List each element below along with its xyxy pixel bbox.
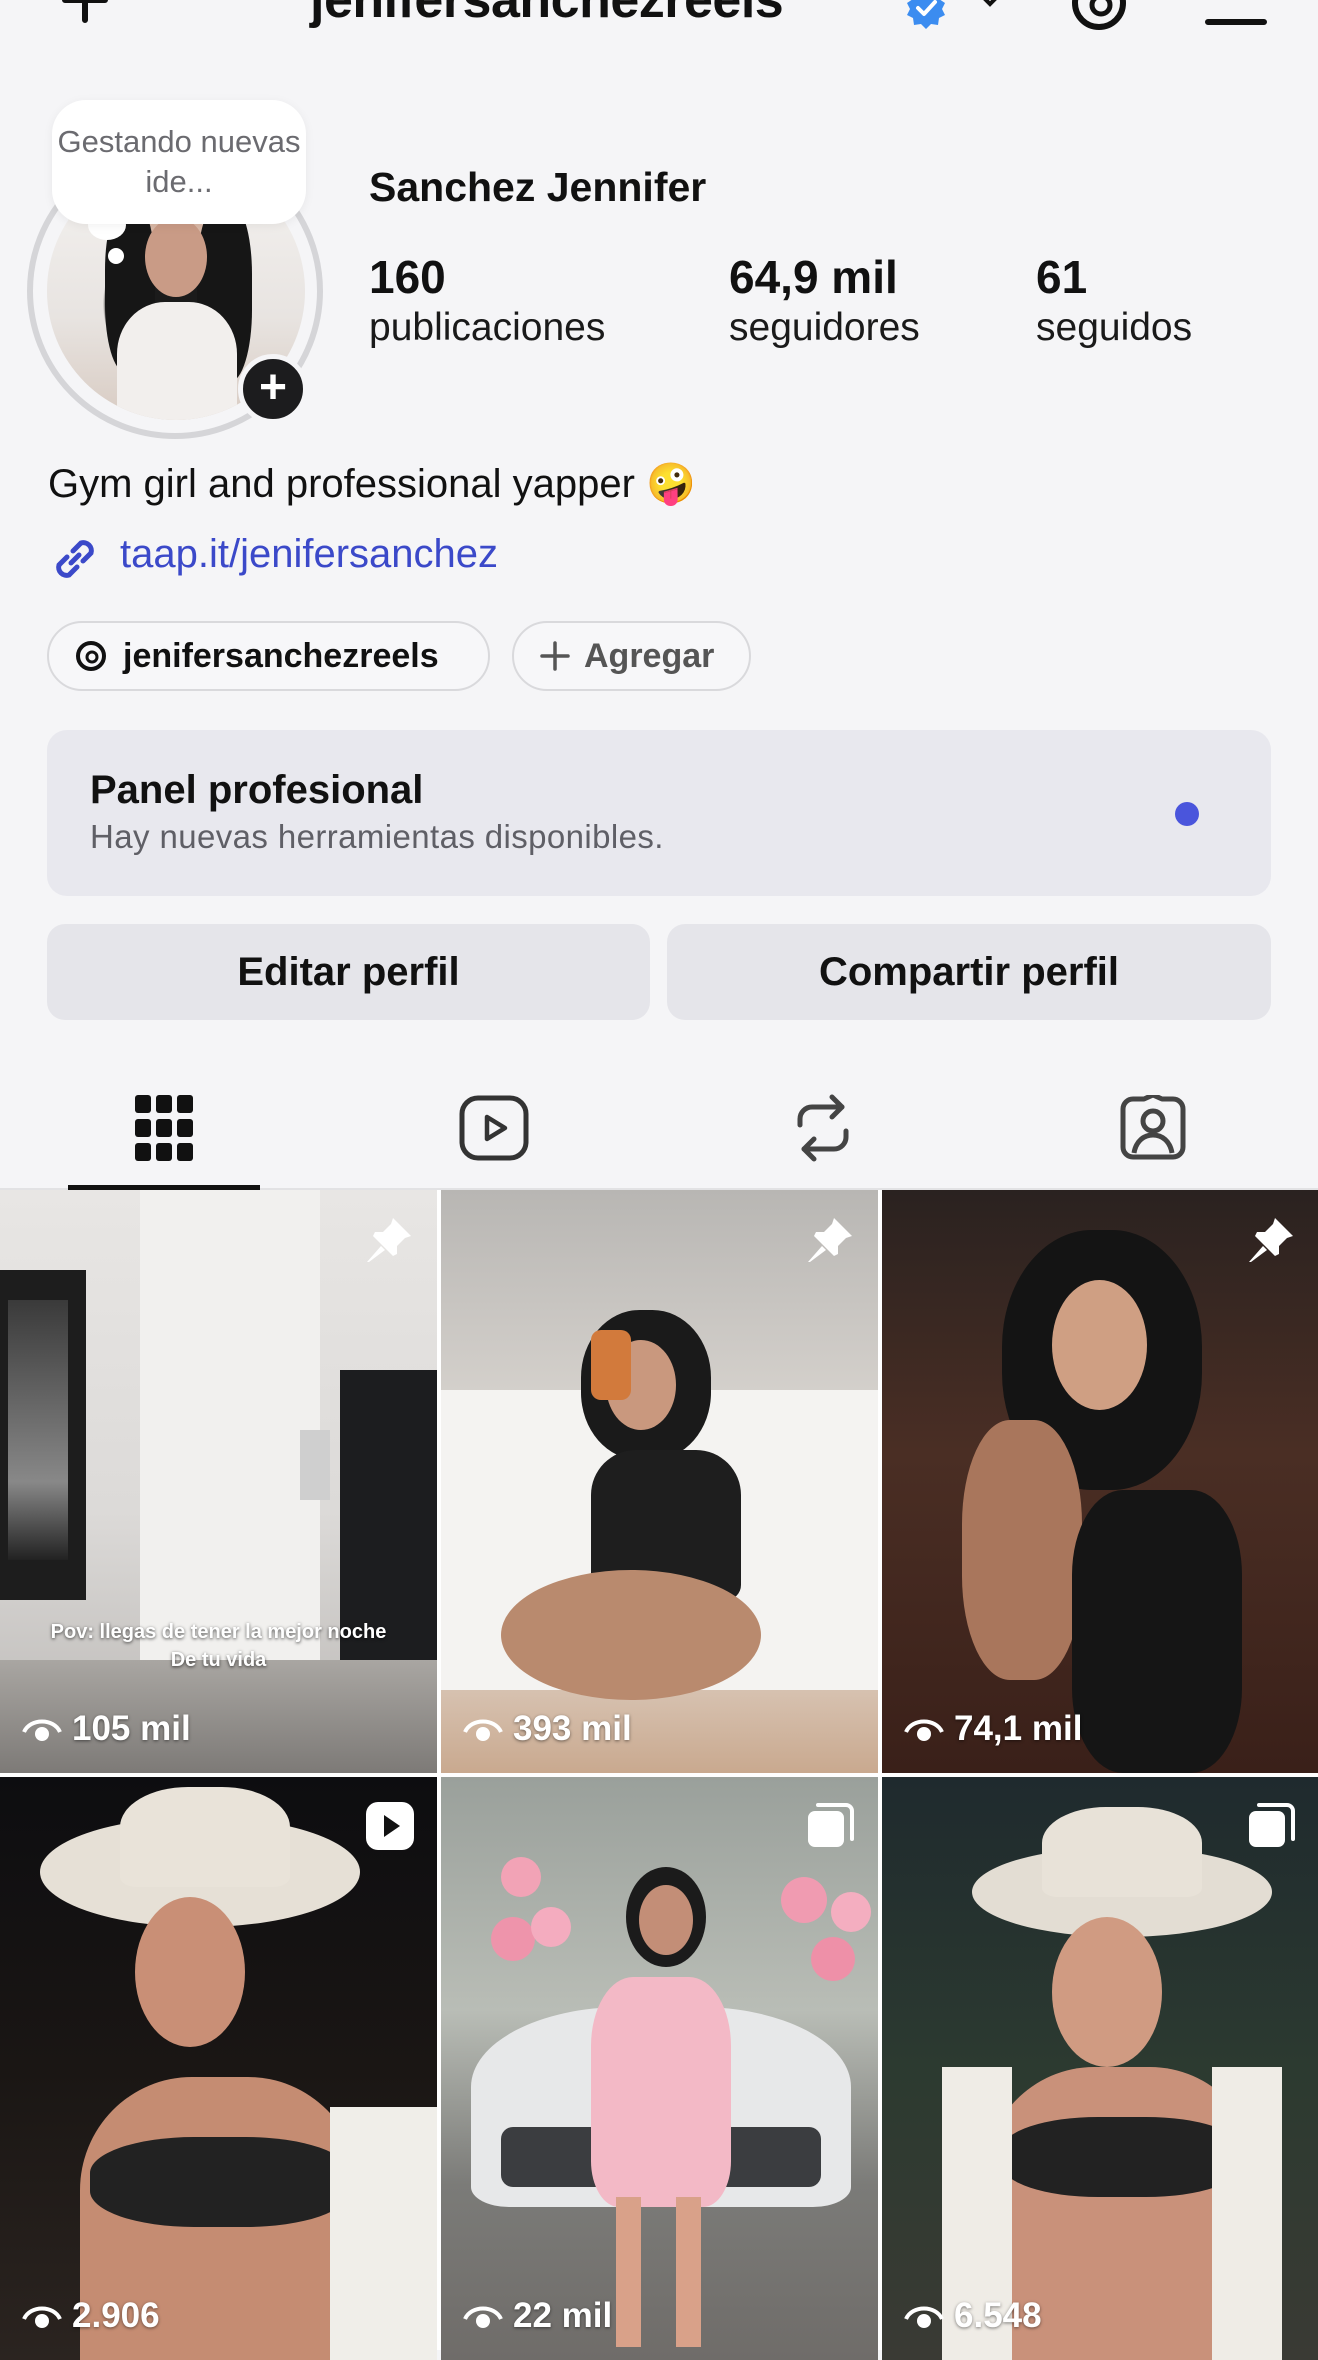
views-icon <box>22 2306 62 2328</box>
stat-value: 61 <box>1036 251 1088 303</box>
reels-icon <box>459 1095 529 1161</box>
post-tile[interactable]: Pov: llegas de tener la mejor noche De t… <box>0 1190 437 1773</box>
stat-value: 64,9 mil <box>729 251 898 303</box>
tab-posts[interactable] <box>68 1068 260 1190</box>
menu-icon[interactable] <box>1204 0 1268 31</box>
grid-divider <box>878 1190 882 2350</box>
threads-icon <box>76 641 106 671</box>
threads-chip[interactable]: jenifersanchezreels <box>47 621 490 691</box>
professional-dashboard[interactable]: Panel profesional Hay nuevas herramienta… <box>47 730 1271 896</box>
posts-grid: Pov: llegas de tener la mejor noche De t… <box>0 1190 1318 2360</box>
view-count: 74,1 mil <box>904 1709 1082 1749</box>
post-tile[interactable]: 6.548 <box>882 1777 1318 2360</box>
tagged-icon <box>1120 1095 1186 1160</box>
note-bubble-tail <box>108 248 124 264</box>
tab-reels[interactable] <box>398 1068 590 1188</box>
reposts-icon <box>797 1094 849 1162</box>
grid-icon <box>135 1095 193 1161</box>
post-tile[interactable]: 74,1 mil <box>882 1190 1318 1773</box>
profile-tabs <box>0 1068 1318 1190</box>
share-profile-button[interactable]: Compartir perfil <box>667 924 1271 1020</box>
link-icon <box>47 531 103 592</box>
stat-value: 160 <box>369 251 446 303</box>
views-icon <box>22 1719 62 1741</box>
bio-link[interactable]: taap.it/jenifersanchez <box>120 532 498 577</box>
new-indicator-dot <box>1175 802 1199 826</box>
view-count: 6.548 <box>904 2296 1042 2336</box>
view-count: 22 mil <box>463 2296 612 2336</box>
tab-reposts[interactable] <box>727 1068 919 1188</box>
stat-following[interactable]: 61 seguidos <box>1036 250 1192 352</box>
add-link-chip[interactable]: Agregar <box>512 621 751 691</box>
stat-label: seguidos <box>1036 306 1193 349</box>
view-count: 2.906 <box>22 2296 160 2336</box>
threads-chip-label: jenifersanchezreels <box>123 636 439 675</box>
chevron-down-icon[interactable] <box>972 0 1008 21</box>
carousel-icon <box>1247 1801 1297 1856</box>
post-tile[interactable]: 393 mil <box>441 1190 878 1773</box>
views-icon <box>904 1719 944 1741</box>
pin-icon <box>804 1214 856 1271</box>
add-story-button[interactable]: + <box>238 354 308 424</box>
carousel-icon <box>806 1801 856 1856</box>
bio-text: Gym girl and professional yapper 🤪 <box>48 462 696 506</box>
top-bar: jenifersanchezreels <box>0 0 1318 50</box>
profile-note[interactable]: Gestando nuevas ide... <box>52 100 306 224</box>
edit-profile-button[interactable]: Editar perfil <box>47 924 650 1020</box>
tab-tagged[interactable] <box>1057 1068 1249 1188</box>
add-link-chip-label: Agregar <box>584 636 715 675</box>
reel-icon <box>365 1801 415 1856</box>
stat-label: publicaciones <box>369 306 606 349</box>
stat-posts[interactable]: 160 publicaciones <box>369 250 605 352</box>
post-caption: Pov: llegas de tener la mejor noche De t… <box>50 1621 387 1671</box>
pin-icon <box>363 1214 415 1271</box>
verified-badge-icon <box>904 0 948 35</box>
plus-icon <box>540 641 570 671</box>
views-icon <box>463 1719 503 1741</box>
pin-icon <box>1245 1214 1297 1271</box>
panel-title: Panel profesional <box>90 768 424 812</box>
views-icon <box>463 2306 503 2328</box>
post-tile[interactable]: 22 mil <box>441 1777 878 2360</box>
view-count: 105 mil <box>22 1709 191 1749</box>
grid-divider <box>0 1773 1318 1777</box>
display-name: Sanchez Jennifer <box>369 164 707 210</box>
grid-divider <box>437 1190 441 2350</box>
view-count: 393 mil <box>463 1709 632 1749</box>
threads-icon[interactable] <box>1068 0 1130 39</box>
profile-username[interactable]: jenifersanchezreels <box>310 0 784 30</box>
new-post-icon[interactable] <box>50 0 120 30</box>
panel-subtitle: Hay nuevas herramientas disponibles. <box>90 818 664 855</box>
stat-label: seguidores <box>729 306 920 349</box>
views-icon <box>904 2306 944 2328</box>
stat-followers[interactable]: 64,9 mil seguidores <box>729 250 920 352</box>
post-tile[interactable]: 2.906 <box>0 1777 437 2360</box>
